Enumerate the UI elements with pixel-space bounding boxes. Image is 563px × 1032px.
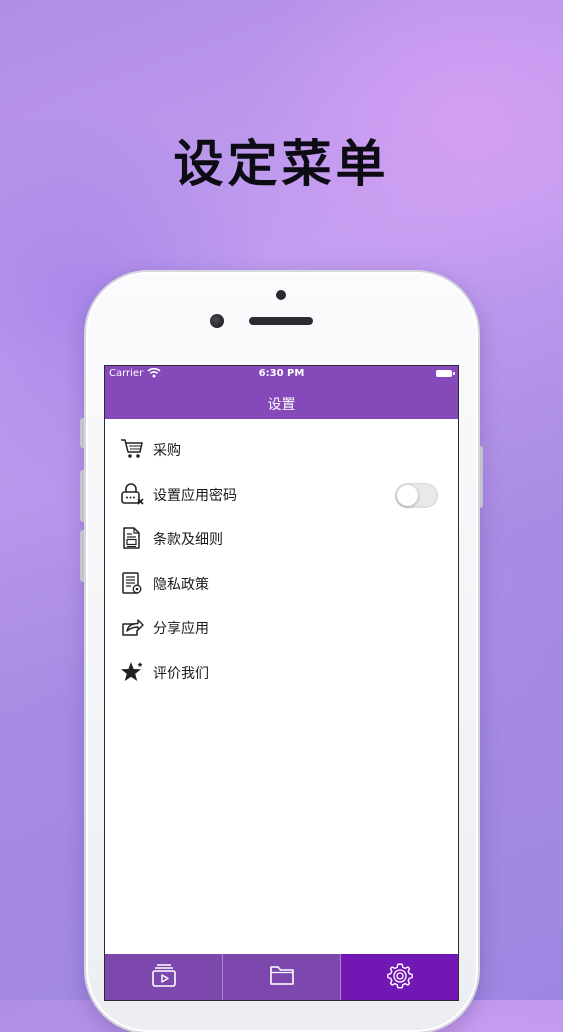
phone-sensor [276,290,286,300]
menu-item-label: 采购 [153,443,181,459]
share-icon [119,615,145,639]
privacy-document-icon [119,571,145,595]
tab-settings[interactable] [341,954,458,1000]
menu-item-rate[interactable]: 评价我们 [105,650,458,695]
document-icon [119,526,145,550]
battery-icon [436,370,455,377]
menu-item-label: 评价我们 [153,665,209,682]
menu-item-label: 设置应用密码 [153,487,237,504]
menu-item-privacy[interactable]: 隐私政策 [105,561,458,606]
gear-icon [386,963,413,989]
status-bar: Carrier 6:30 PM [105,366,458,384]
star-icon [119,660,145,684]
phone-power-button [478,446,483,508]
nav-title: 设置 [267,397,296,413]
shopping-cart-icon [119,437,145,461]
menu-item-label: 分享应用 [153,621,209,637]
settings-menu: 采购 设置应用密码 条款及细则 隐私政策 分享应用 评价我们 [105,427,458,694]
status-time: 6:30 PM [258,368,305,379]
earpiece-speaker [249,317,313,325]
menu-item-purchase[interactable]: 采购 [105,427,458,472]
folder-icon [269,966,294,985]
tab-videos[interactable] [105,954,223,1000]
toggle-knob [397,484,418,506]
app-screen: Carrier 6:30 PM 设置 采购 设置应用密码 条款及细则 隐私政策 … [105,366,458,1000]
navigation-bar: Carrier 6:30 PM 设置 [105,366,458,419]
menu-item-share[interactable]: 分享应用 [105,605,458,650]
page-headline: 设定菜单 [173,135,390,193]
menu-item-terms[interactable]: 条款及细则 [105,516,458,561]
passcode-toggle[interactable] [395,482,438,508]
tab-bar [105,954,458,1000]
menu-item-set-passcode[interactable]: 设置应用密码 [105,472,458,517]
lock-icon [119,482,145,506]
menu-item-label: 隐私政策 [153,576,209,593]
tab-folders[interactable] [223,954,341,1000]
video-icon [151,964,176,987]
front-camera [210,314,224,328]
menu-item-label: 条款及细则 [153,532,223,548]
